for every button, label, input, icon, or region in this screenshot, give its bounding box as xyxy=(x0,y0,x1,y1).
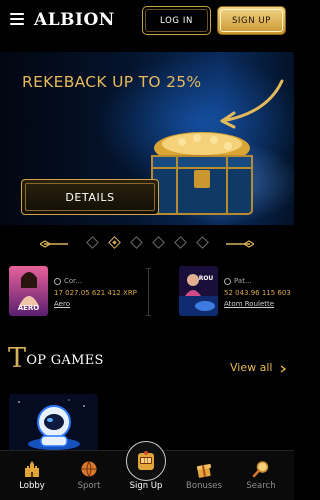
winner-game-link[interactable]: Atom Roulette xyxy=(224,300,274,308)
winner-amount: 52 043.96 115 603 xyxy=(224,289,291,297)
winner-username: Pat... xyxy=(234,277,252,285)
login-button[interactable]: LOG IN xyxy=(142,6,211,35)
brand-logo[interactable]: ALBION xyxy=(34,10,115,30)
nav-bonuses[interactable]: Bonuses xyxy=(175,451,233,500)
user-icon xyxy=(224,277,231,285)
winners-divider xyxy=(146,268,151,316)
winner-amount: 17 027.05 621 412 XRP xyxy=(54,289,137,297)
promo-banner[interactable]: REKEBACK UP TO 25% DETAILS xyxy=(0,52,294,225)
promo-title: REKEBACK UP TO 25% xyxy=(22,73,202,91)
slot-machine-icon xyxy=(138,451,154,470)
roulette-thumbnail-icon: ROU xyxy=(179,266,218,316)
search-icon xyxy=(252,461,269,478)
carousel-dot[interactable] xyxy=(130,236,143,249)
chevron-right-icon[interactable] xyxy=(279,365,287,373)
signup-fab-button[interactable] xyxy=(126,441,166,481)
user-icon xyxy=(54,277,61,285)
nav-search-label: Search xyxy=(246,481,276,491)
banner-carousel-indicators xyxy=(0,234,294,254)
nav-bonuses-label: Bonuses xyxy=(186,481,222,491)
menu-icon[interactable] xyxy=(10,13,24,25)
carousel-dot[interactable] xyxy=(152,236,165,249)
top-games-initial: T xyxy=(8,343,27,374)
carousel-dot[interactable] xyxy=(174,236,187,249)
ball-icon xyxy=(81,461,97,477)
details-button[interactable]: DETAILS xyxy=(21,179,159,215)
winner-username: Cor... xyxy=(64,277,83,285)
roulette-thumb-label: ROU xyxy=(199,275,214,282)
winner-game-link[interactable]: Aero xyxy=(54,300,70,308)
signup-button[interactable]: SIGN UP xyxy=(217,6,286,35)
nav-signup-label[interactable]: Sign Up xyxy=(116,481,176,491)
nav-lobby[interactable]: Lobby xyxy=(3,451,61,500)
game-thumbnail-atom-roulette[interactable]: ROU xyxy=(179,266,218,316)
treasure-chest-icon xyxy=(151,132,253,215)
gift-icon xyxy=(196,463,212,478)
nav-search[interactable]: Search xyxy=(232,451,290,500)
top-game-card[interactable] xyxy=(9,394,98,450)
castle-icon xyxy=(25,461,39,477)
carousel-next-icon[interactable] xyxy=(224,240,254,248)
astronaut-game-icon xyxy=(9,394,98,450)
winner-user: Pat... xyxy=(224,277,252,285)
game-thumbnail-aero[interactable]: AERO xyxy=(9,266,48,316)
aero-thumbnail-icon: AERO xyxy=(9,266,48,316)
nav-sport-label: Sport xyxy=(77,481,101,491)
carousel-prev-icon[interactable] xyxy=(40,240,70,248)
carousel-dot[interactable] xyxy=(86,236,99,249)
recent-winners: AERO Cor... 17 027.05 621 412 XRP Aero R… xyxy=(0,264,294,322)
nav-lobby-label: Lobby xyxy=(19,481,45,491)
top-games-rest: OP GAMES xyxy=(26,353,104,368)
carousel-dot[interactable] xyxy=(196,236,209,249)
top-header: ALBION LOG IN SIGN UP xyxy=(0,0,294,40)
view-all-link[interactable]: View all xyxy=(230,361,272,374)
aero-thumb-label: AERO xyxy=(18,304,40,312)
winner-user: Cor... xyxy=(54,277,82,285)
nav-sport[interactable]: Sport xyxy=(60,451,118,500)
carousel-dot-active[interactable] xyxy=(108,236,121,249)
top-games-heading: TOP GAMES xyxy=(8,345,104,372)
